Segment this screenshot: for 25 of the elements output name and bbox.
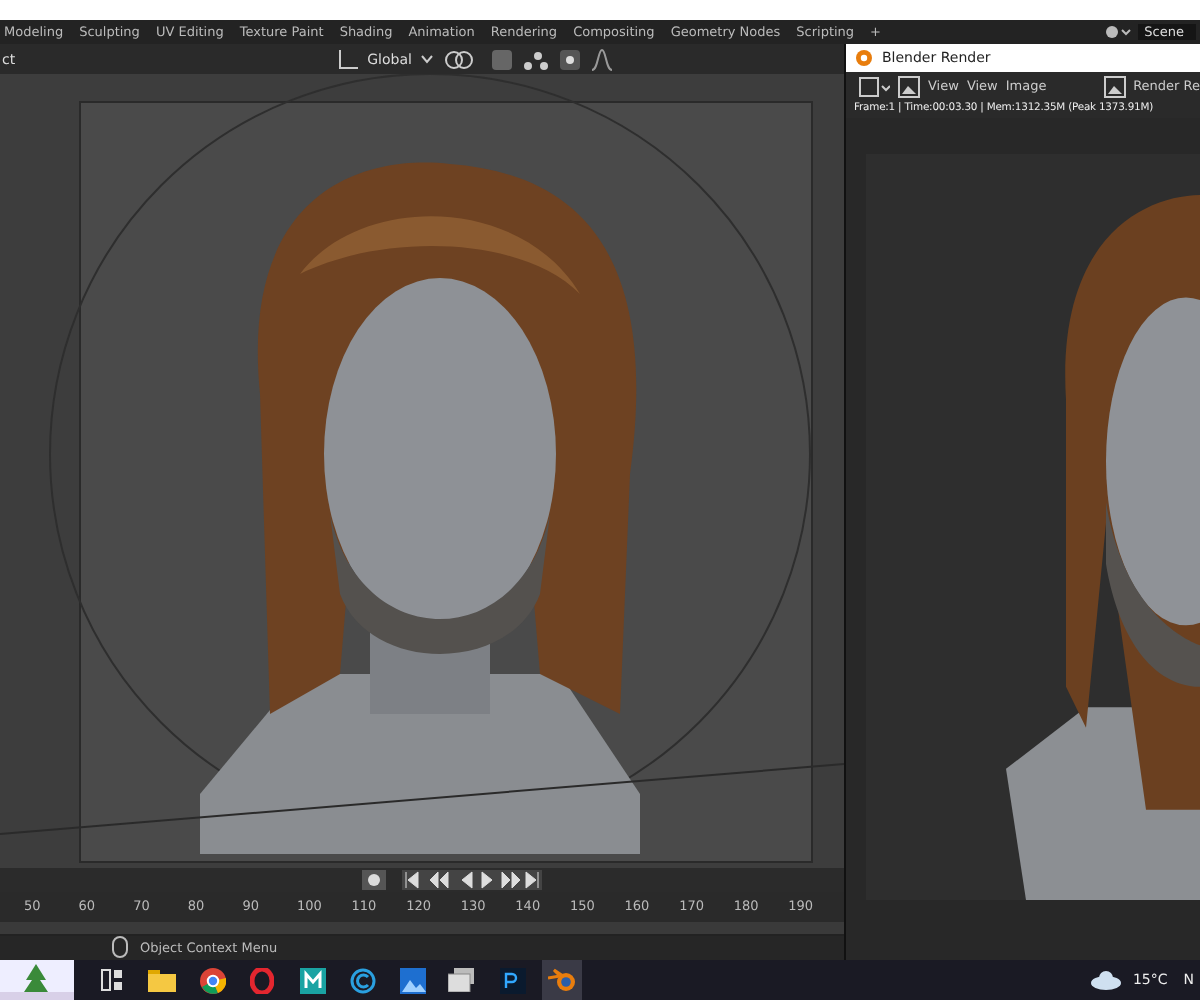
image-icon[interactable] [898,75,920,97]
snap-icon[interactable] [489,47,514,72]
mouse-icon [112,936,128,959]
browser-icon [199,967,225,993]
folder-icon [148,968,176,992]
stacked-documents-icon [448,968,476,992]
ring-icon [250,967,274,993]
falloff-icon[interactable] [589,47,614,72]
grid-icon[interactable] [521,47,550,72]
scene-icon[interactable] [1104,22,1133,42]
blender-icon [548,968,576,992]
editor-type-icon[interactable] [858,75,890,97]
app-icon [499,967,525,993]
cloud-icon [1090,970,1123,990]
image-icon[interactable] [1103,75,1126,97]
record-button[interactable] [362,869,386,890]
proportional-icon[interactable] [557,47,582,72]
photos-icon [399,967,425,993]
axes-icon[interactable] [335,47,360,72]
task-view-icon [100,968,124,992]
chevron-down-icon[interactable] [419,53,434,66]
app-icon [299,967,325,993]
transport-icons[interactable] [402,869,542,890]
desktop-preview-icon[interactable] [0,960,74,1000]
circle-logo-icon [349,967,375,993]
